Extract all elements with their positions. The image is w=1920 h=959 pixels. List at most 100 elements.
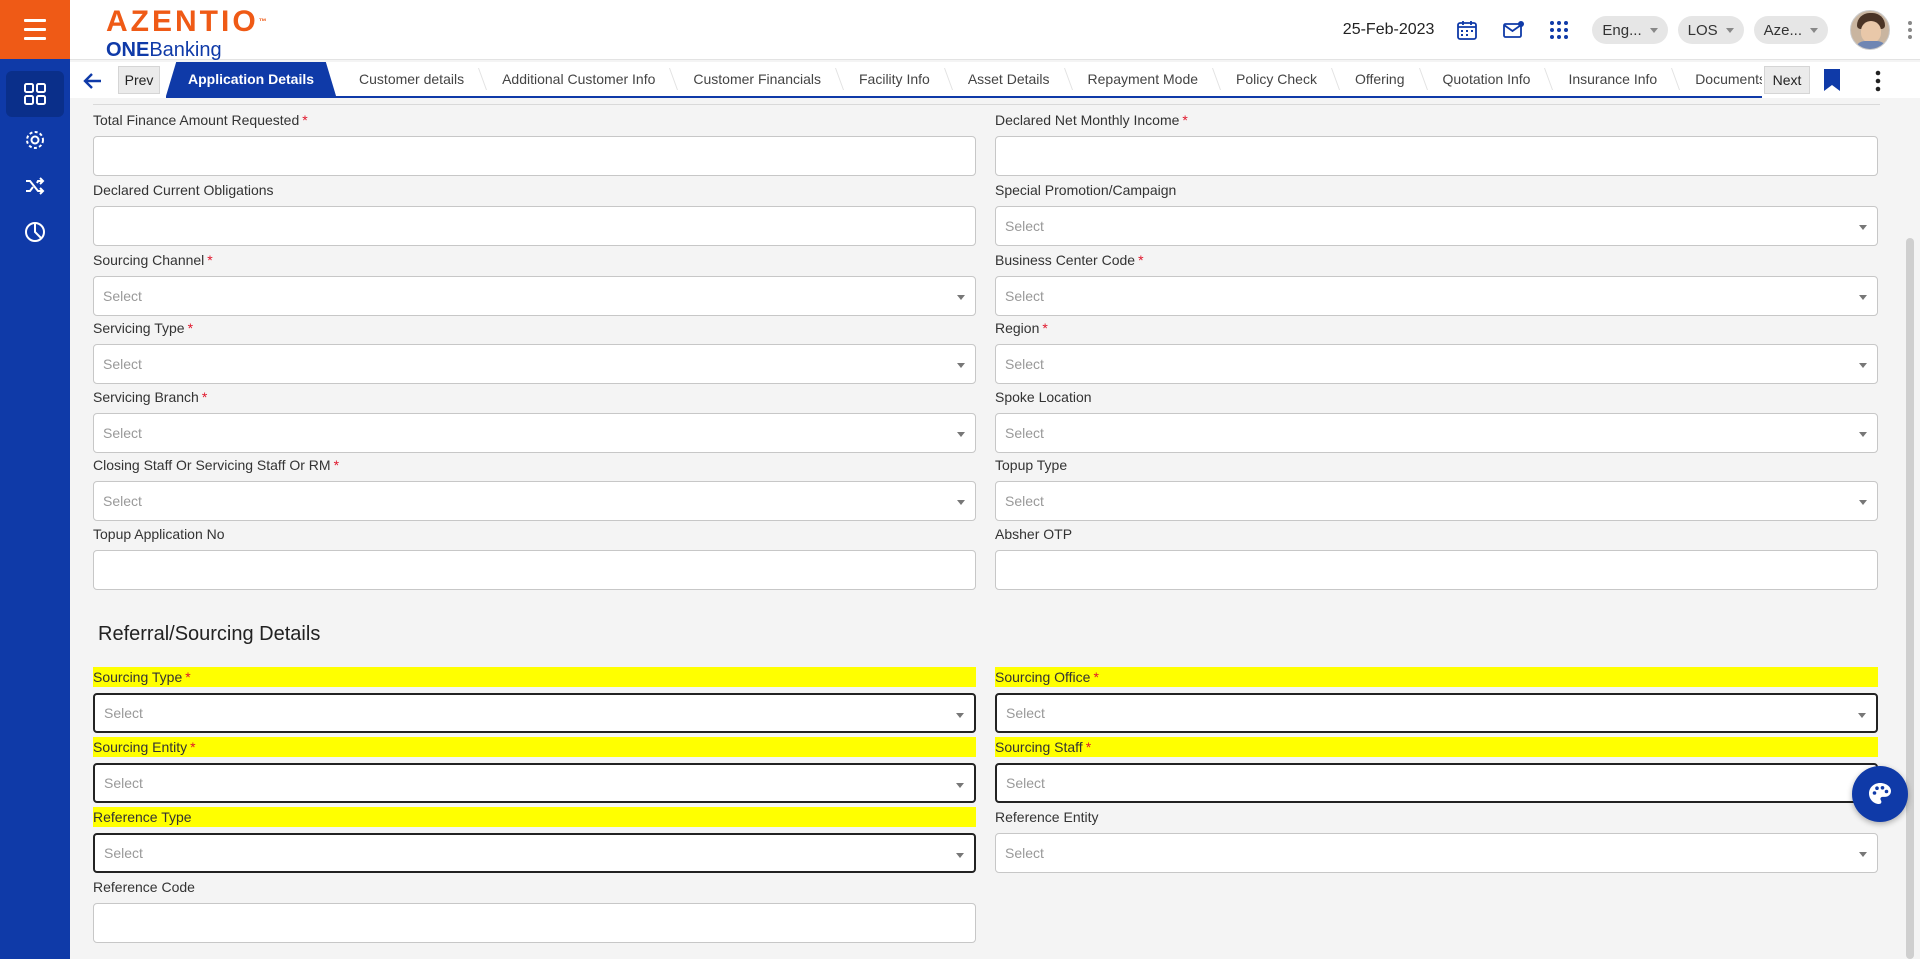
field-label: Sourcing Type	[93, 669, 183, 685]
field-label: Spoke Location	[995, 389, 1092, 405]
sourcing-staff-select[interactable]: Select	[995, 763, 1878, 803]
closing-staff-select[interactable]: Select	[93, 481, 976, 521]
tab-insurance-info[interactable]: Insurance Info	[1549, 62, 1676, 96]
total-finance-input[interactable]	[93, 136, 976, 176]
field-servicing-type: Servicing Type * Select	[93, 318, 976, 384]
declared-income-input[interactable]	[995, 136, 1878, 176]
select-placeholder: Select	[104, 775, 143, 791]
module-dropdown[interactable]: LOS	[1677, 16, 1744, 44]
reference-type-select[interactable]: Select	[93, 833, 976, 873]
select-placeholder: Select	[103, 493, 142, 509]
divider	[93, 104, 1880, 105]
arrow-left-icon	[83, 73, 101, 89]
tab-facility-info[interactable]: Facility Info	[840, 62, 949, 96]
field-label: Reference Entity	[995, 809, 1099, 825]
mail-button[interactable]	[1499, 16, 1527, 44]
servicing-branch-select[interactable]: Select	[93, 413, 976, 453]
field-total-finance: Total Finance Amount Requested *	[93, 110, 976, 176]
required-mark: *	[1138, 252, 1144, 268]
field-region: Region * Select	[995, 318, 1878, 384]
rail-workflow-button[interactable]	[6, 163, 64, 209]
brand-name: AZENTIO	[106, 5, 259, 38]
prev-tab-button[interactable]: Prev	[118, 66, 160, 94]
region-select[interactable]: Select	[995, 344, 1878, 384]
field-servicing-branch: Servicing Branch * Select	[93, 387, 976, 453]
section-title-referral: Referral/Sourcing Details	[98, 623, 321, 645]
field-sourcing-type: Sourcing Type * Select	[93, 667, 976, 733]
tab-application-details[interactable]: Application Details	[166, 62, 337, 96]
select-placeholder: Select	[104, 845, 143, 861]
business-center-select[interactable]: Select	[995, 276, 1878, 316]
required-mark: *	[1085, 739, 1092, 755]
sourcing-entity-select[interactable]: Select	[93, 763, 976, 803]
tab-customer-financials[interactable]: Customer Financials	[674, 62, 840, 96]
field-label: Topup Application No	[93, 526, 225, 542]
field-closing-staff: Closing Staff Or Servicing Staff Or RM * …	[93, 455, 976, 521]
topup-type-select[interactable]: Select	[995, 481, 1878, 521]
bookmark-button[interactable]	[1822, 68, 1844, 94]
entity-dropdown[interactable]: Aze...	[1753, 16, 1828, 44]
field-spoke-location: Spoke Location Select	[995, 387, 1878, 453]
promotion-select[interactable]: Select	[995, 206, 1878, 246]
field-label: Total Finance Amount Requested	[93, 112, 300, 128]
field-label: Sourcing Staff	[995, 739, 1083, 755]
user-avatar[interactable]	[1850, 10, 1890, 50]
tab-policy-check[interactable]: Policy Check	[1217, 62, 1336, 96]
tab-documents[interactable]: Documents	[1676, 62, 1762, 96]
calendar-button[interactable]	[1453, 16, 1481, 44]
sourcing-office-select[interactable]: Select	[995, 693, 1878, 733]
settings-icon	[26, 131, 44, 149]
dropdown-arrow-icon	[1859, 225, 1867, 230]
field-label: Declared Current Obligations	[93, 182, 274, 198]
field-label: Sourcing Office	[995, 669, 1091, 685]
menu-toggle-button[interactable]	[0, 0, 70, 59]
stage-tabs: Application Details Customer details Add…	[166, 62, 1762, 98]
required-mark: *	[1182, 112, 1188, 128]
language-value: Eng...	[1602, 21, 1642, 39]
business-date: 25-Feb-2023	[1342, 21, 1435, 38]
product-name-bold: ONE	[106, 39, 150, 61]
current-obligations-input[interactable]	[93, 206, 976, 246]
bookmark-icon	[1824, 69, 1840, 91]
absher-otp-input[interactable]	[995, 550, 1878, 590]
select-placeholder: Select	[1006, 775, 1045, 791]
field-label: Absher OTP	[995, 526, 1073, 542]
required-mark: *	[190, 739, 196, 755]
field-label: Sourcing Channel	[93, 252, 205, 268]
rail-reports-button[interactable]	[6, 209, 64, 255]
tab-quotation-info[interactable]: Quotation Info	[1424, 62, 1550, 96]
header-more-button[interactable]	[1900, 15, 1920, 45]
tabbar-more-button[interactable]	[1870, 68, 1886, 94]
sourcing-type-select[interactable]: Select	[93, 693, 976, 733]
tab-repayment-mode[interactable]: Repayment Mode	[1069, 62, 1218, 96]
topup-app-no-input[interactable]	[93, 550, 976, 590]
field-current-obligations: Declared Current Obligations	[93, 180, 976, 246]
dropdown-arrow-icon	[1859, 500, 1867, 505]
page-scrollbar[interactable]	[1906, 238, 1914, 959]
spoke-location-select[interactable]: Select	[995, 413, 1878, 453]
select-placeholder: Select	[103, 356, 142, 372]
apps-button[interactable]	[1545, 16, 1573, 44]
tab-asset-details[interactable]: Asset Details	[949, 62, 1069, 96]
servicing-type-select[interactable]: Select	[93, 344, 976, 384]
tab-additional-customer-info[interactable]: Additional Customer Info	[483, 62, 674, 96]
reference-entity-select[interactable]: Select	[995, 833, 1878, 873]
next-tab-button[interactable]: Next	[1764, 66, 1810, 94]
rail-dashboard-button[interactable]	[6, 71, 64, 117]
stage-tabbar: Prev Application Details Customer detail…	[70, 62, 1920, 98]
required-mark: *	[185, 669, 191, 685]
language-dropdown[interactable]: Eng...	[1592, 16, 1668, 44]
left-rail	[0, 0, 70, 959]
sourcing-channel-select[interactable]: Select	[93, 276, 976, 316]
field-topup-app-no: Topup Application No	[93, 524, 976, 590]
required-mark: *	[201, 389, 208, 405]
back-button[interactable]	[80, 68, 106, 94]
tab-customer-details[interactable]: Customer details	[340, 62, 483, 96]
required-mark: *	[207, 252, 213, 268]
tab-offering[interactable]: Offering	[1336, 62, 1424, 96]
reference-code-input[interactable]	[93, 903, 976, 943]
field-label: Closing Staff Or Servicing Staff Or RM	[93, 457, 331, 473]
theme-palette-button[interactable]	[1852, 766, 1908, 822]
rail-settings-button[interactable]	[6, 117, 64, 163]
required-mark: *	[302, 112, 308, 128]
